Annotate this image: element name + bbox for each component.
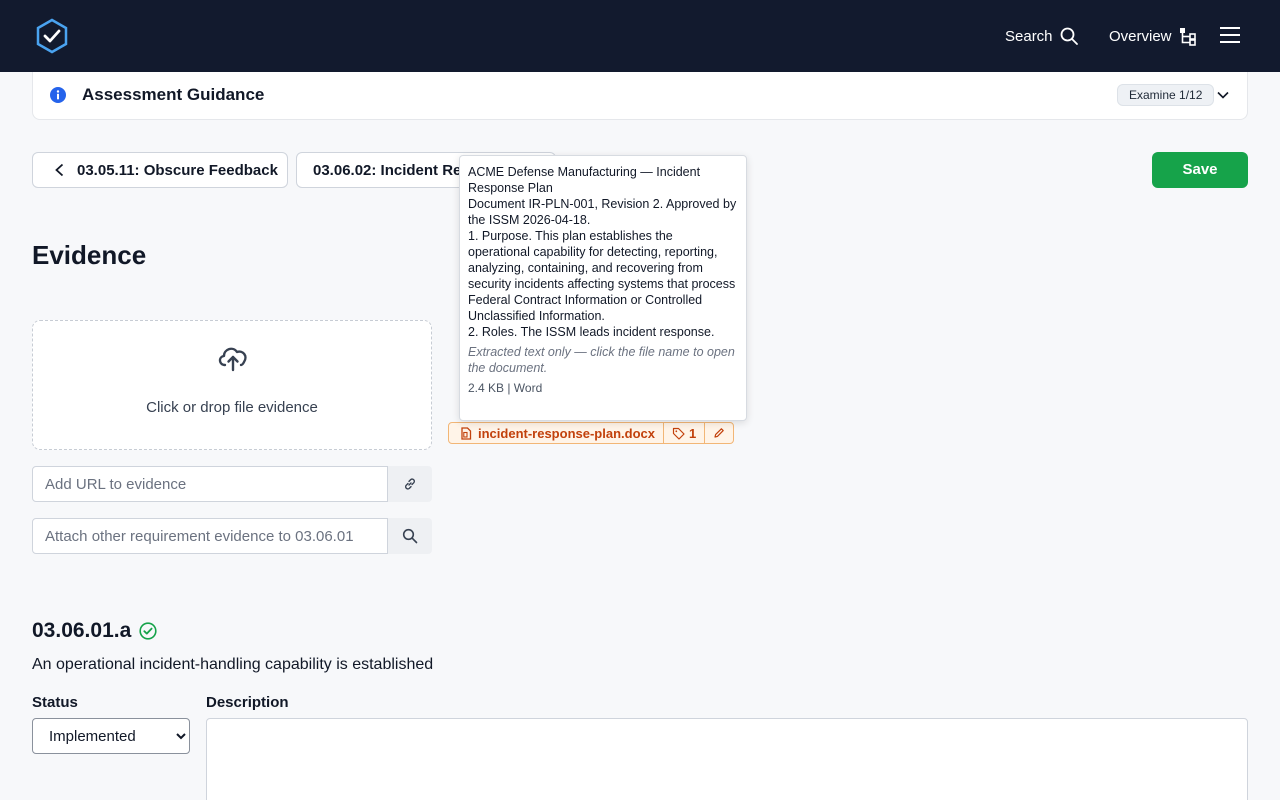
assessment-guidance-panel[interactable]: Assessment Guidance Examine 1/12: [32, 72, 1248, 120]
url-evidence-row: [32, 466, 432, 502]
file-name-label: incident-response-plan.docx: [478, 425, 655, 441]
word-document-icon: [461, 426, 472, 440]
file-tags-button[interactable]: 1: [662, 423, 704, 443]
drop-zone-text: Click or drop file evidence: [146, 399, 318, 416]
attach-evidence-row: [32, 518, 432, 554]
add-link-button[interactable]: [388, 466, 432, 502]
cloud-upload-icon: [218, 347, 247, 372]
check-circle-icon: [139, 622, 157, 640]
description-label: Description: [206, 694, 289, 711]
info-icon: [50, 87, 66, 103]
attach-evidence-input[interactable]: [32, 518, 388, 554]
tooltip-file-meta: 2.4 KB | Word: [468, 381, 543, 395]
tooltip-note: Extracted text only — click the file nam…: [468, 345, 735, 375]
file-drop-zone[interactable]: Click or drop file evidence: [32, 320, 432, 450]
requirement-description: An operational incident-handling capabil…: [32, 656, 434, 673]
previous-requirement-button[interactable]: 03.05.11: Obscure Feedback: [32, 152, 288, 188]
pencil-icon: [714, 428, 725, 438]
nav-overview-label: Overview: [1109, 27, 1172, 45]
examine-badge: Examine 1/12: [1117, 84, 1215, 106]
hierarchy-icon: [1179, 28, 1196, 46]
description-textarea[interactable]: [206, 718, 1248, 800]
nav-search-button[interactable]: Search: [1005, 24, 1079, 48]
chevron-down-icon[interactable]: [1216, 88, 1230, 102]
guidance-title: Assessment Guidance: [82, 85, 265, 104]
evidence-heading: Evidence: [32, 240, 147, 270]
link-icon: [405, 478, 415, 490]
status-select[interactable]: Implemented: [32, 718, 190, 754]
edit-file-button[interactable]: [704, 423, 733, 443]
url-evidence-input[interactable]: [32, 466, 388, 502]
next-requirement-label: 03.06.02: Incident Re: [313, 161, 462, 179]
search-icon: [402, 528, 418, 544]
search-icon: [1060, 27, 1078, 45]
evidence-file-chip: incident-response-plan.docx 1: [448, 422, 735, 444]
requirement-id-label: 03.06.01.a: [32, 619, 132, 642]
tag-icon: [672, 427, 685, 440]
previous-requirement-label: 03.05.11: Obscure Feedback: [77, 161, 278, 179]
nav-overview-button[interactable]: Overview: [1109, 24, 1198, 48]
nav-search-label: Search: [1005, 27, 1053, 45]
tooltip-extracted-text: ACME Defense Manufacturing — Incident Re…: [468, 165, 737, 339]
requirement-id: 03.06.01.a: [32, 619, 157, 643]
hamburger-menu-icon[interactable]: [1219, 24, 1241, 46]
file-preview-tooltip: ACME Defense Manufacturing — Incident Re…: [459, 155, 747, 421]
file-name-link[interactable]: incident-response-plan.docx: [449, 423, 663, 443]
file-tag-count: 1: [688, 425, 697, 441]
attach-search-button[interactable]: [388, 518, 432, 554]
chevron-left-icon: [55, 163, 64, 177]
top-navigation-bar: Search Overview: [0, 0, 1280, 72]
save-button[interactable]: Save: [1152, 152, 1248, 188]
status-label: Status: [32, 694, 78, 711]
app-logo-icon[interactable]: [35, 18, 69, 54]
